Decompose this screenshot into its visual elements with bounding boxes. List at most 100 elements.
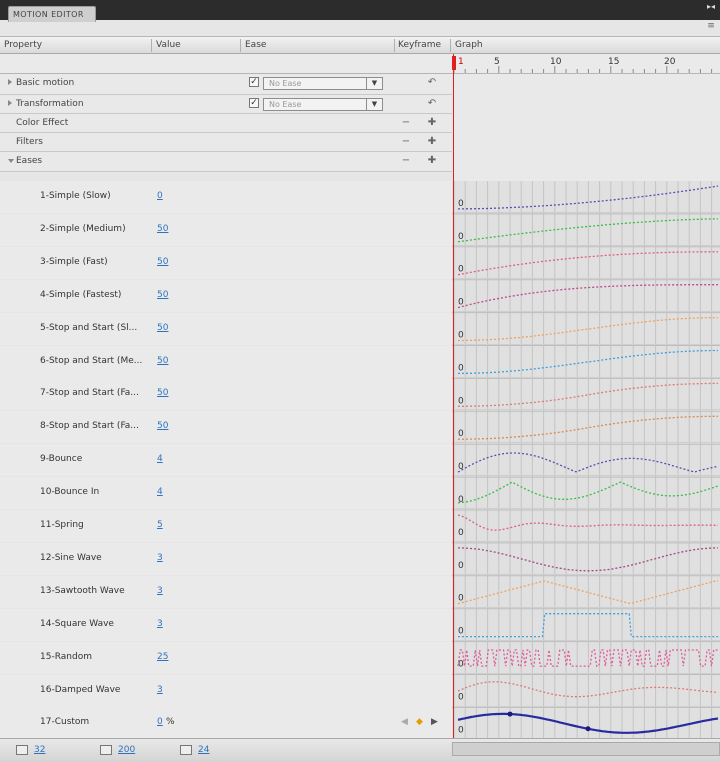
ease-value[interactable]: 50 [157,323,168,333]
ease-value[interactable]: 25 [157,652,168,662]
ease-row[interactable]: 9-Bounce 4 [0,444,720,477]
ease-dropdown[interactable]: No Ease ▼ [263,77,383,90]
ease-row-property: 16-Damped Wave 3 [0,674,452,707]
ease-row[interactable]: 14-Square Wave 3 [0,608,720,641]
category-basic-motion[interactable]: Basic motion ✓ No Ease ▼ ↶ [0,74,452,95]
category-transformation[interactable]: Transformation ✓ No Ease ▼ ↶ [0,95,452,114]
ease-value[interactable]: 4 [157,454,163,464]
ease-value[interactable]: 5 [157,520,163,530]
remove-icon[interactable]: − [400,136,412,148]
ease-row[interactable]: 12-Sine Wave 3 [0,542,720,575]
graph-size-value[interactable]: 32 [34,745,45,755]
col-graph: Graph [455,40,483,50]
add-icon[interactable]: ✚ [426,136,438,148]
expand-arrow-icon[interactable] [8,79,12,85]
ease-row[interactable]: 1-Simple (Slow) 0 [0,181,720,213]
collapse-arrow-icon[interactable] [8,159,14,163]
motion-editor-tab[interactable]: MOTION EDITOR [8,6,96,22]
horizontal-scrollbar[interactable] [452,742,720,756]
ease-value[interactable]: 50 [157,388,168,398]
category-label: Eases [16,156,43,166]
ease-row[interactable]: 2-Simple (Medium) 50 [0,213,720,246]
next-keyframe-icon[interactable]: ▶ [431,717,438,727]
ease-value[interactable]: 50 [157,290,168,300]
remove-icon[interactable]: − [400,117,412,129]
expand-arrow-icon[interactable] [8,100,12,106]
remove-icon[interactable]: − [400,155,412,167]
add-icon[interactable]: ✚ [426,155,438,167]
category-color-effect[interactable]: Color Effect − ✚ [0,114,452,133]
category-filters[interactable]: Filters − ✚ [0,133,452,152]
ease-checkbox[interactable]: ✓ [249,77,259,87]
ruler-ticks [453,66,713,73]
ease-row[interactable]: 13-Sawtooth Wave 3 [0,575,720,608]
ease-row[interactable]: 17-Custom 0% ◀ ◆ ▶ [0,707,720,740]
ease-value[interactable]: 50 [157,224,168,234]
ease-name: 11-Spring [40,520,84,530]
ease-row[interactable]: 7-Stop and Start (Fa... 50 [0,378,720,411]
collapse-icon[interactable]: ▸◂ [704,3,718,11]
ease-value[interactable]: 3 [157,619,163,629]
ease-value[interactable]: 3 [157,586,163,596]
ease-row-property: 1-Simple (Slow) 0 [0,181,452,213]
col-divider[interactable] [151,39,152,52]
ease-row-property: 3-Simple (Fast) 50 [0,246,452,279]
category-label: Transformation [16,99,84,109]
ease-name: 14-Square Wave [40,618,114,629]
reset-values-icon[interactable]: ↶ [426,98,438,110]
add-icon[interactable]: ✚ [426,117,438,129]
playhead[interactable] [453,54,454,738]
ease-name: 2-Simple (Medium) [40,223,126,234]
ease-dropdown[interactable]: No Ease ▼ [263,98,383,111]
ease-dropdown-value: No Ease [269,100,302,109]
ease-value[interactable]: 0 [157,191,163,201]
viewable-frames-icon [180,745,192,755]
ease-name: 15-Random [40,651,92,662]
ease-row[interactable]: 4-Simple (Fastest) 50 [0,279,720,312]
reset-values-icon[interactable]: ↶ [426,77,438,89]
ease-row[interactable]: 5-Stop and Start (Sl... 50 [0,312,720,345]
ease-value[interactable]: 4 [157,487,163,497]
ease-value[interactable]: 3 [157,553,163,563]
ease-row[interactable]: 6-Stop and Start (Me... 50 [0,345,720,378]
ease-name: 17-Custom [40,717,90,728]
ease-name: 12-Sine Wave [40,552,102,563]
ease-value[interactable]: 50 [157,421,168,431]
col-divider[interactable] [240,39,241,52]
current-frame-label: 1 [458,57,464,67]
ease-row[interactable]: 8-Stop and Start (Fa... 50 [0,411,720,444]
ease-row-property: 10-Bounce In 4 [0,477,452,510]
col-divider[interactable] [394,39,395,52]
ease-row[interactable]: 10-Bounce In 4 [0,477,720,510]
ease-value[interactable]: 3 [157,685,163,695]
viewable-frames-value[interactable]: 24 [198,745,209,755]
frame-ruler[interactable]: 1 5 10 15 20 [452,54,720,74]
ruler-mark: 20 [664,57,676,67]
chevron-down-icon: ▼ [366,99,382,110]
ease-row-property: 8-Stop and Start (Fa... 50 [0,411,452,444]
category-label: Filters [16,137,43,147]
ease-row[interactable]: 16-Damped Wave 3 [0,674,720,707]
ease-row-property: 9-Bounce 4 [0,444,452,477]
ease-checkbox[interactable]: ✓ [249,98,259,108]
ease-value[interactable]: 0 [157,717,163,727]
ease-row-property: 14-Square Wave 3 [0,608,452,641]
panel-menu-icon[interactable]: ≡ [704,20,718,32]
ease-name: 9-Bounce [40,454,83,465]
ruler-mark: 10 [550,57,562,67]
ease-row[interactable]: 11-Spring 5 [0,510,720,542]
previous-keyframe-icon[interactable]: ◀ [401,717,408,727]
col-ease: Ease [245,40,267,50]
add-keyframe-icon[interactable]: ◆ [416,717,423,727]
category-eases[interactable]: Eases − ✚ [0,152,452,172]
expanded-graph-size-value[interactable]: 200 [118,745,135,755]
playhead-handle[interactable] [452,56,456,70]
ease-row-property: 2-Simple (Medium) 50 [0,213,452,246]
ease-value[interactable]: 50 [157,257,168,267]
ease-name: 16-Damped Wave [40,684,121,695]
col-divider[interactable] [450,39,451,52]
ease-row[interactable]: 15-Random 25 [0,641,720,674]
category-label: Basic motion [16,78,75,88]
ease-value[interactable]: 50 [157,356,168,366]
ease-row[interactable]: 3-Simple (Fast) 50 [0,246,720,279]
